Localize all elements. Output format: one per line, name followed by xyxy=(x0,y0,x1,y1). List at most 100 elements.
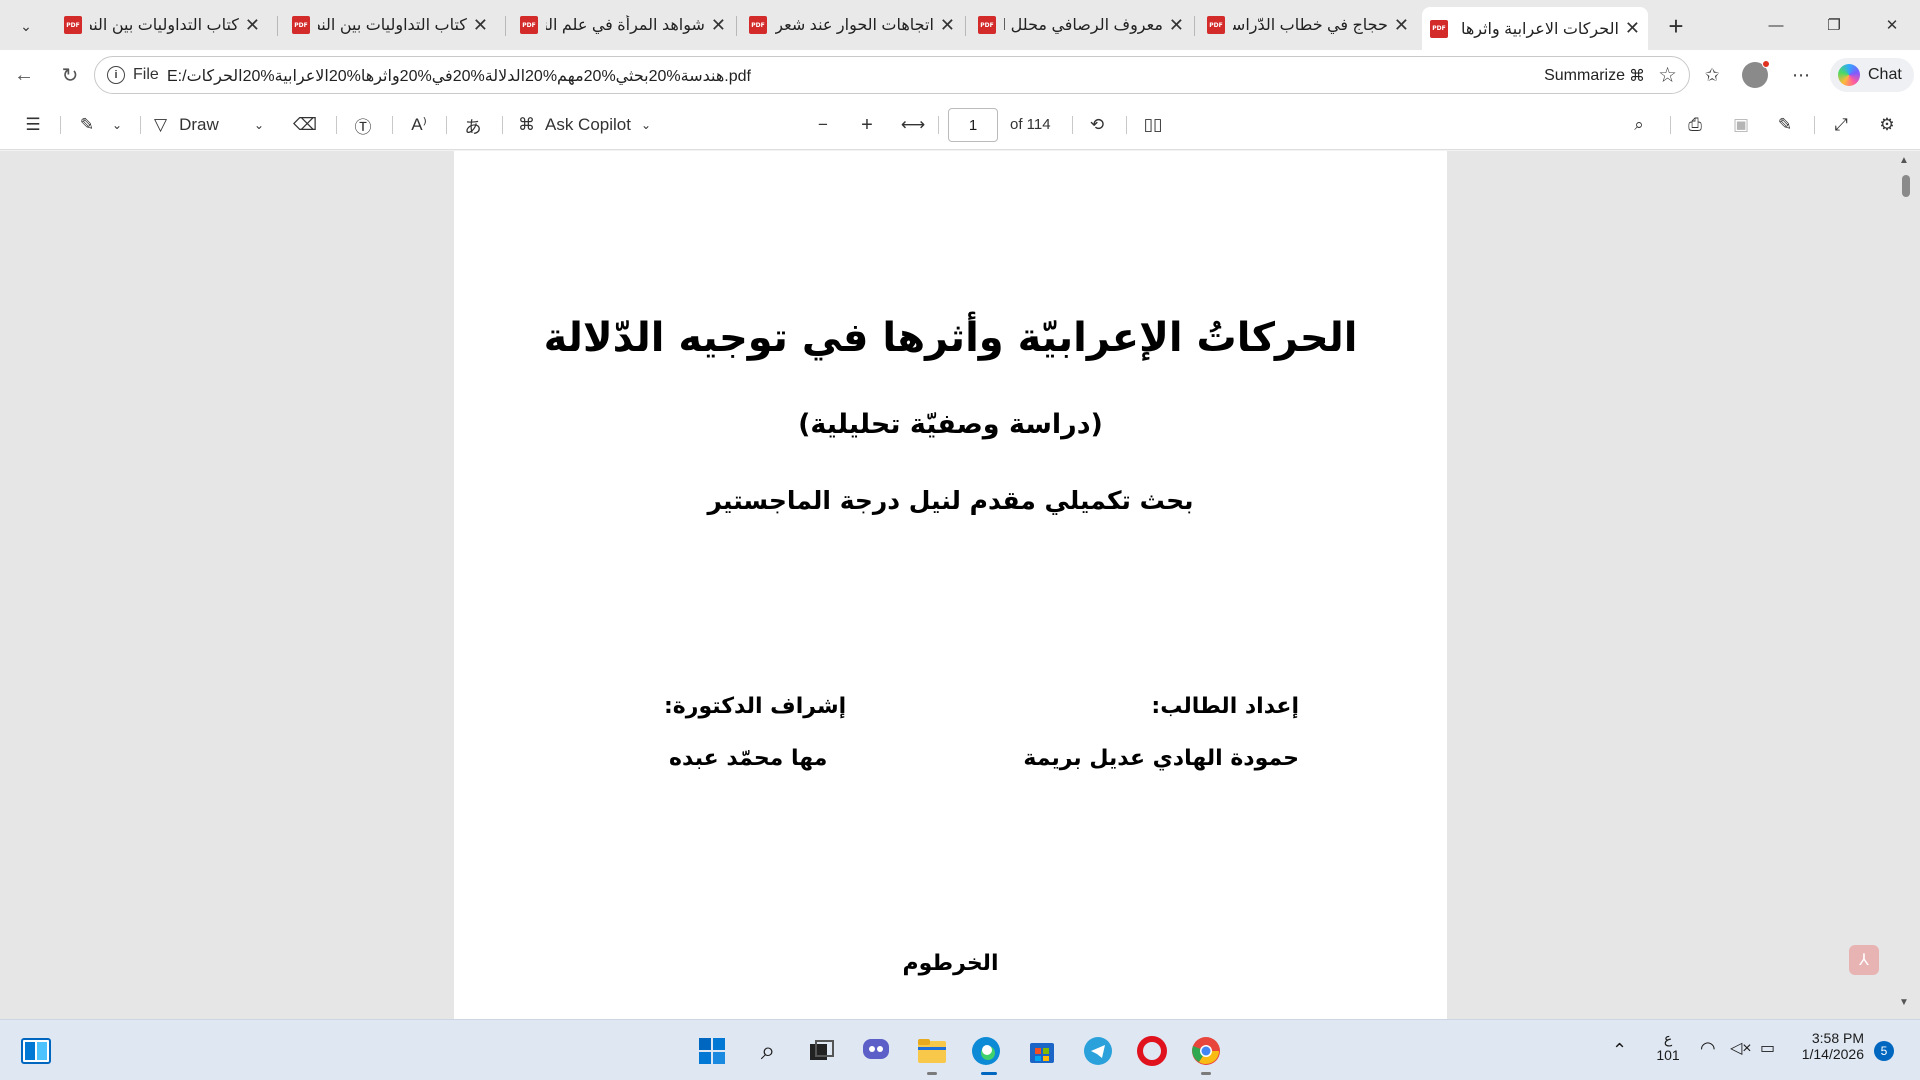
page-number-input[interactable]: 1 xyxy=(948,108,998,142)
clock[interactable]: 3:58 PM 1/14/2026 xyxy=(1800,1030,1864,1062)
notification-badge[interactable]: 5 xyxy=(1874,1041,1894,1061)
back-button[interactable]: ← xyxy=(8,59,40,91)
tray-overflow-icon[interactable]: ⌃ xyxy=(1612,1040,1627,1061)
opera-icon[interactable] xyxy=(1134,1033,1170,1069)
page-view-icon[interactable]: ▯▯ xyxy=(1138,110,1168,140)
clock-time: 3:58 PM xyxy=(1811,1030,1864,1046)
tab-item[interactable]: ✕ اتجاهات الحوار عند شعراء PDF xyxy=(741,7,963,43)
ask-copilot-label: Ask Copilot xyxy=(545,115,631,134)
address-bar[interactable]: i File E:/هندسة%20بحثي%20مهم%20الدلالة%2… xyxy=(94,56,1690,94)
chat-app-icon[interactable] xyxy=(858,1033,894,1069)
scroll-up-icon[interactable]: ▲ xyxy=(1899,155,1909,166)
close-icon[interactable]: ✕ xyxy=(1625,18,1640,39)
tab-title: شواهد المرأة في علم النحو xyxy=(546,17,705,34)
tab-item[interactable]: ✕ شواهد المرأة في علم النحو PDF xyxy=(512,7,734,43)
scroll-down-icon[interactable]: ▼ xyxy=(1899,997,1909,1008)
wifi-icon[interactable]: ◠ xyxy=(1700,1038,1716,1059)
summarize-label: Summarize xyxy=(1544,67,1625,84)
copilot-chat-button[interactable]: Chat xyxy=(1830,58,1914,92)
read-aloud-icon[interactable]: A⁾ xyxy=(404,110,434,140)
close-icon[interactable]: ✕ xyxy=(711,15,726,36)
tab-item[interactable]: ✕ معروف الرصافي محلل اجتماعي PDF xyxy=(970,7,1192,43)
new-tab-button[interactable]: + xyxy=(1660,10,1692,42)
chevron-down-icon: ⌄ xyxy=(640,118,652,132)
pdf-viewer[interactable]: الحركاتُ الإعرابيّة وأثرها في توجيه الدّ… xyxy=(0,151,1920,1019)
eraser-icon[interactable]: ⌫ xyxy=(290,110,320,140)
favorite-star-icon[interactable]: ☆ xyxy=(1658,63,1677,88)
draw-button[interactable]: ▽ Draw xyxy=(154,110,254,140)
fit-width-icon[interactable]: ⟷ xyxy=(898,110,928,140)
widgets-icon[interactable] xyxy=(18,1033,54,1069)
store-icon[interactable] xyxy=(1024,1033,1060,1069)
telegram-icon[interactable] xyxy=(1080,1033,1116,1069)
tab-divider xyxy=(1194,16,1195,36)
fullscreen-icon[interactable]: ⤢ xyxy=(1826,110,1856,140)
close-icon[interactable]: ✕ xyxy=(473,15,488,36)
rotate-icon[interactable]: ⟲ xyxy=(1082,110,1112,140)
tab-item[interactable]: ✕ كتاب التداوليات بين النظر PDF xyxy=(284,7,496,43)
pdf-page: الحركاتُ الإعرابيّة وأثرها في توجيه الدّ… xyxy=(454,151,1447,1019)
address-row: ← ↻ i File E:/هندسة%20بحثي%20مهم%20الدلا… xyxy=(0,50,1920,100)
pdf-file-icon: PDF xyxy=(64,16,82,34)
favorites-icon[interactable]: ✩ xyxy=(1696,59,1728,91)
tab-list-dropdown[interactable]: ⌄ xyxy=(10,10,42,42)
search-icon[interactable]: ⌕ xyxy=(1624,110,1654,140)
keyboard-layout-code: 101 xyxy=(1656,1047,1680,1063)
pdf-file-icon: PDF xyxy=(520,16,538,34)
contents-list-icon[interactable]: ☰ xyxy=(18,110,48,140)
task-view-icon[interactable] xyxy=(804,1033,840,1069)
file-explorer-icon[interactable] xyxy=(914,1033,950,1069)
more-menu-icon[interactable]: ⋯ xyxy=(1785,59,1817,91)
battery-icon[interactable]: ▭ xyxy=(1760,1038,1775,1058)
clock-date: 1/14/2026 xyxy=(1801,1046,1864,1062)
tab-divider xyxy=(277,16,278,36)
close-icon[interactable]: ✕ xyxy=(940,15,955,36)
active-app-indicator xyxy=(981,1072,997,1075)
tab-title: اتجاهات الحوار عند شعراء xyxy=(775,17,934,34)
toolbar-divider xyxy=(1072,116,1073,134)
draw-dropdown-icon[interactable]: ⌄ xyxy=(250,110,268,140)
close-icon[interactable]: ✕ xyxy=(1169,15,1184,36)
add-text-icon[interactable]: Ⓣ xyxy=(348,110,378,140)
tab-item[interactable]: ✕ حجاج في خطاب الدّراسات PDF xyxy=(1199,7,1417,43)
minimize-button[interactable]: — xyxy=(1756,12,1796,38)
toolbar-divider xyxy=(1670,116,1671,134)
chat-label: Chat xyxy=(1868,66,1902,83)
close-icon[interactable]: ✕ xyxy=(245,15,260,36)
volume-muted-icon[interactable]: ◁× xyxy=(1730,1038,1752,1058)
close-window-button[interactable]: ✕ xyxy=(1872,12,1912,38)
refresh-button[interactable]: ↻ xyxy=(54,59,86,91)
close-icon[interactable]: ✕ xyxy=(1394,15,1409,36)
tab-divider xyxy=(736,16,737,36)
highlight-icon[interactable]: ✎ xyxy=(72,110,102,140)
pdf-file-icon: PDF xyxy=(978,16,996,34)
tab-item-active[interactable]: ✕ الحركات الاعرابية واثرها في PDF xyxy=(1422,7,1648,50)
zoom-out-icon[interactable]: − xyxy=(808,110,838,140)
save-icon[interactable]: ▣ xyxy=(1726,110,1756,140)
url-text[interactable]: E:/هندسة%20بحثي%20مهم%20الدلالة%20في%20و… xyxy=(167,66,751,86)
info-icon[interactable]: i xyxy=(107,66,125,84)
ask-copilot-button[interactable]: ⌘ Ask Copilot ⌄ xyxy=(518,110,668,140)
tab-item[interactable]: ✕ كتاب التداوليات بين النظر PDF xyxy=(56,7,268,43)
summarize-button[interactable]: Summarize ⌘ xyxy=(1544,66,1645,86)
zoom-in-icon[interactable]: + xyxy=(852,110,882,140)
scrollbar-thumb[interactable] xyxy=(1902,175,1910,197)
page-total: of 114 xyxy=(1010,116,1051,133)
restore-button[interactable]: ❐ xyxy=(1814,12,1854,38)
save-as-icon[interactable]: ✎ xyxy=(1770,110,1800,140)
running-indicator xyxy=(927,1072,937,1075)
highlight-dropdown-icon[interactable]: ⌄ xyxy=(108,110,126,140)
start-icon[interactable] xyxy=(694,1033,730,1069)
search-icon[interactable]: ⌕ xyxy=(750,1033,786,1069)
keyboard-language-label: ع xyxy=(1663,1030,1673,1046)
print-icon[interactable]: ⎙ xyxy=(1680,110,1710,140)
acrobat-icon[interactable]: ⅄ xyxy=(1849,945,1879,975)
keyboard-language[interactable]: ع 101 xyxy=(1656,1030,1680,1063)
chrome-icon[interactable] xyxy=(1188,1033,1224,1069)
vertical-scrollbar[interactable]: ▲ ▼ xyxy=(1896,151,1914,1019)
translate-icon[interactable]: あ xyxy=(458,110,488,140)
edge-icon[interactable] xyxy=(968,1033,1004,1069)
tab-divider xyxy=(965,16,966,36)
settings-gear-icon[interactable]: ⚙ xyxy=(1872,110,1902,140)
tab-title: كتاب التداوليات بين النظر xyxy=(318,17,467,34)
